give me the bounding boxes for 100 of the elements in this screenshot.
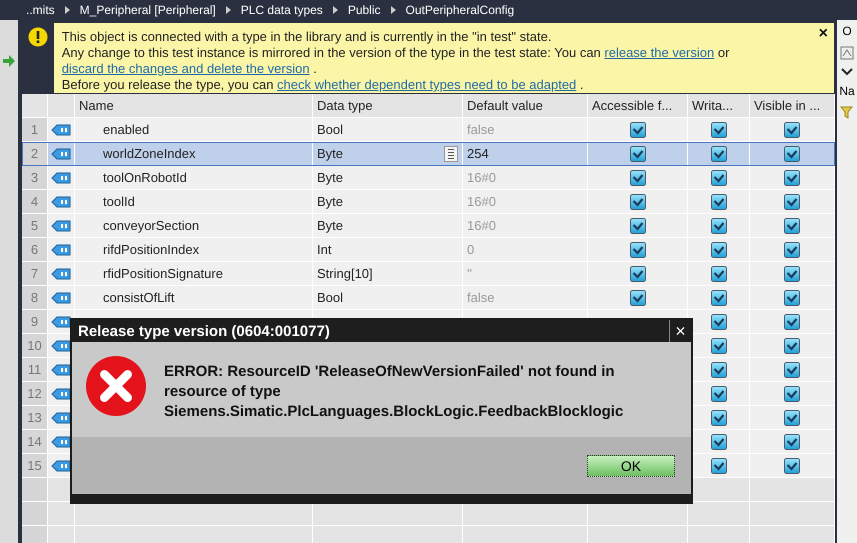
checkbox[interactable] [784,170,800,186]
checkbox[interactable] [710,410,726,426]
checkbox[interactable] [710,242,726,258]
breadcrumb-item[interactable]: M_Peripheral [Peripheral] [80,3,216,17]
tag-icon [51,388,71,400]
checkbox[interactable] [784,194,800,210]
panel-icon[interactable] [840,46,854,60]
checkbox[interactable] [710,218,726,234]
table-cell-text: worldZoneIndex [102,146,196,161]
checkbox[interactable] [630,146,646,162]
banner-link[interactable]: check whether dependent types need to be adapted [277,77,576,92]
column-header[interactable]: Writa... [688,94,750,117]
tag-icon [51,268,71,280]
table-cell: Int [317,242,332,257]
table-cell: Byte [317,194,344,209]
checkbox[interactable] [784,362,800,378]
checkbox[interactable] [630,290,646,306]
checkbox[interactable] [784,410,800,426]
checkbox[interactable] [710,146,726,162]
tag-icon [51,436,71,448]
breadcrumb-item[interactable]: Public [348,3,380,17]
close-icon[interactable]: × [818,25,828,43]
table-cell: Bool [317,122,344,137]
checkbox[interactable] [710,434,726,450]
checkbox[interactable] [630,218,646,234]
table-cell: Byte [317,170,344,185]
column-header[interactable]: Accessible f... [588,94,688,117]
filter-icon[interactable] [840,106,854,120]
column-header[interactable]: Data type [313,94,463,117]
checkbox[interactable] [630,194,646,210]
row-number: 8 [22,286,48,309]
checkbox[interactable] [784,218,800,234]
table-row[interactable]: 4 toolId Byte 16#0 [22,190,835,214]
table-cell-text: consistOfLift [102,290,175,305]
table-row[interactable]: 5 conveyorSection Byte 16#0 [22,214,835,238]
row-number: 4 [22,190,48,213]
breadcrumb-item[interactable]: PLC data types [240,3,323,17]
chevron-icon[interactable] [841,68,853,76]
checkbox[interactable] [784,386,800,402]
table-cell-text: 254 [466,146,489,161]
tag-icon [51,340,71,352]
checkbox[interactable] [784,290,800,306]
checkbox[interactable] [784,458,800,474]
table-row[interactable]: 6 rifdPositionIndex Int 0 [22,238,835,262]
checkbox[interactable] [784,338,800,354]
checkbox[interactable] [784,434,800,450]
checkbox[interactable] [710,290,726,306]
banner-text: Before you release the type, you can check whether dependent types need to be adapted . [62,77,585,93]
breadcrumb-item[interactable]: OutPeripheralConfig [406,3,514,17]
checkbox[interactable] [710,314,726,330]
checkbox[interactable] [710,362,726,378]
tag-icon [51,364,71,376]
banner-text: This object is connected with a type in the library and is currently in the "in test" state. [62,29,552,45]
tag-icon [51,172,71,184]
checkbox[interactable] [784,146,800,162]
table-cell-text: enabled [102,122,150,137]
checkbox[interactable] [710,170,726,186]
banner-link[interactable]: release the version [604,45,714,60]
checkbox[interactable] [784,314,800,330]
table-cell: Byte [317,146,344,161]
table-cell-text: conveyorSection [102,218,200,233]
checkbox[interactable] [630,170,646,186]
checkbox[interactable] [710,266,726,282]
list-icon[interactable] [444,146,458,162]
table-row[interactable]: 2 worldZoneIndex Byte 254 [22,142,835,166]
banner-link[interactable]: discard the changes and delete the version [62,61,310,76]
table-row[interactable]: 8 consistOfLift Bool false [22,286,835,310]
checkbox[interactable] [784,242,800,258]
tag-icon [51,460,71,472]
checkbox[interactable] [630,242,646,258]
table-cell: Bool [317,290,344,305]
row-number: 10 [22,334,48,357]
panel-tab[interactable]: O [842,24,852,38]
row-number: 14 [22,430,48,453]
checkbox[interactable] [710,458,726,474]
row-number: 12 [22,382,48,405]
column-header[interactable]: Name [75,94,313,117]
row-number: 15 [22,454,48,477]
checkbox[interactable] [784,122,800,138]
checkbox[interactable] [710,338,726,354]
ok-button[interactable]: OK [587,454,675,476]
tag-icon [51,124,71,136]
table-row[interactable]: 7 rfidPositionSignature String[10] '' [22,262,835,286]
checkbox[interactable] [630,122,646,138]
table-cell-text: 16#0 [466,218,496,233]
table-row[interactable]: 3 toolOnRobotId Byte 16#0 [22,166,835,190]
row-number: 7 [22,262,48,285]
breadcrumb-item[interactable]: ..mits [26,3,55,17]
table-cell-text: toolOnRobotId [102,170,187,185]
row-number: 3 [22,166,48,189]
table-cell-text: rfidPositionSignature [102,266,223,281]
column-header[interactable]: Default value [463,94,588,117]
checkbox[interactable] [784,266,800,282]
checkbox[interactable] [710,194,726,210]
dialog-title: Release type version (0604:001077) [78,322,330,340]
tag-icon [51,148,71,160]
checkbox[interactable] [710,386,726,402]
row-number: 13 [22,406,48,429]
checkbox[interactable] [630,266,646,282]
checkbox[interactable] [710,122,726,138]
